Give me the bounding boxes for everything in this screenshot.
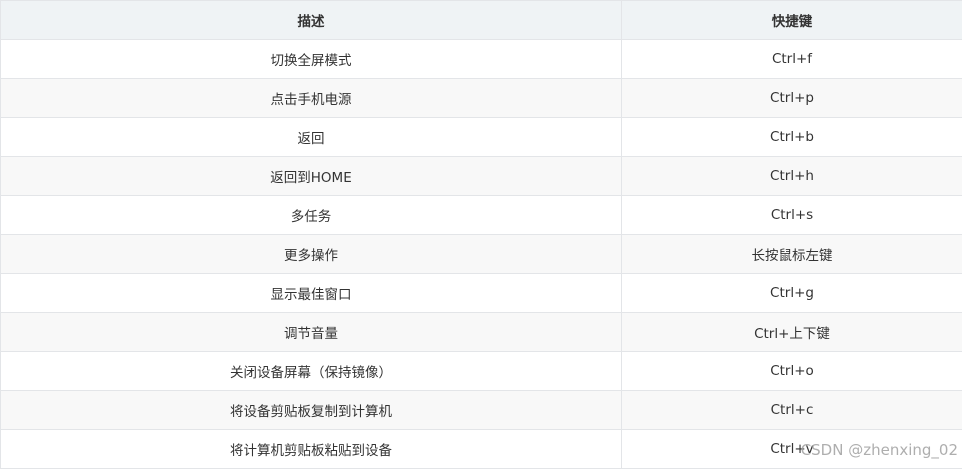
row-shortcut: Ctrl+h [622, 157, 962, 196]
row-shortcut: Ctrl+p [622, 79, 962, 118]
row-description: 点击手机电源 [1, 79, 622, 118]
row-shortcut: Ctrl+s [622, 196, 962, 235]
table-header-row: 描述 快捷键 [1, 1, 962, 40]
row-description: 返回 [1, 118, 622, 157]
row-description: 切换全屏模式 [1, 40, 622, 79]
row-description: 返回到HOME [1, 157, 622, 196]
row-shortcut: 长按鼠标左键 [622, 235, 962, 274]
header-shortcut: 快捷键 [622, 1, 962, 40]
table-row: 多任务 Ctrl+s [1, 196, 962, 235]
header-description: 描述 [1, 1, 622, 40]
row-shortcut: Ctrl+f [622, 40, 962, 79]
table-row: 切换全屏模式 Ctrl+f [1, 40, 962, 79]
row-shortcut: Ctrl+g [622, 274, 962, 313]
row-description: 多任务 [1, 196, 622, 235]
row-shortcut: Ctrl+b [622, 118, 962, 157]
row-description: 显示最佳窗口 [1, 274, 622, 313]
row-shortcut: Ctrl+上下键 [622, 313, 962, 352]
table-row: 更多操作 长按鼠标左键 [1, 235, 962, 274]
row-shortcut: Ctrl+o [622, 352, 962, 391]
csdn-watermark: CSDN @zhenxing_02 [801, 441, 958, 459]
shortcut-table: 描述 快捷键 切换全屏模式 Ctrl+f 点击手机电源 Ctrl+p 返回 Ct… [0, 0, 962, 469]
row-description: 关闭设备屏幕（保持镜像） [1, 352, 622, 391]
row-shortcut: Ctrl+c [622, 391, 962, 430]
table-row: 关闭设备屏幕（保持镜像） Ctrl+o [1, 352, 962, 391]
table-row: 点击手机电源 Ctrl+p [1, 79, 962, 118]
table-row: 调节音量 Ctrl+上下键 [1, 313, 962, 352]
row-description: 将计算机剪贴板粘贴到设备 [1, 430, 622, 469]
row-description: 调节音量 [1, 313, 622, 352]
row-description: 更多操作 [1, 235, 622, 274]
table-row: 返回 Ctrl+b [1, 118, 962, 157]
table-row: 显示最佳窗口 Ctrl+g [1, 274, 962, 313]
table-row: 将设备剪贴板复制到计算机 Ctrl+c [1, 391, 962, 430]
row-description: 将设备剪贴板复制到计算机 [1, 391, 622, 430]
table-row: 返回到HOME Ctrl+h [1, 157, 962, 196]
